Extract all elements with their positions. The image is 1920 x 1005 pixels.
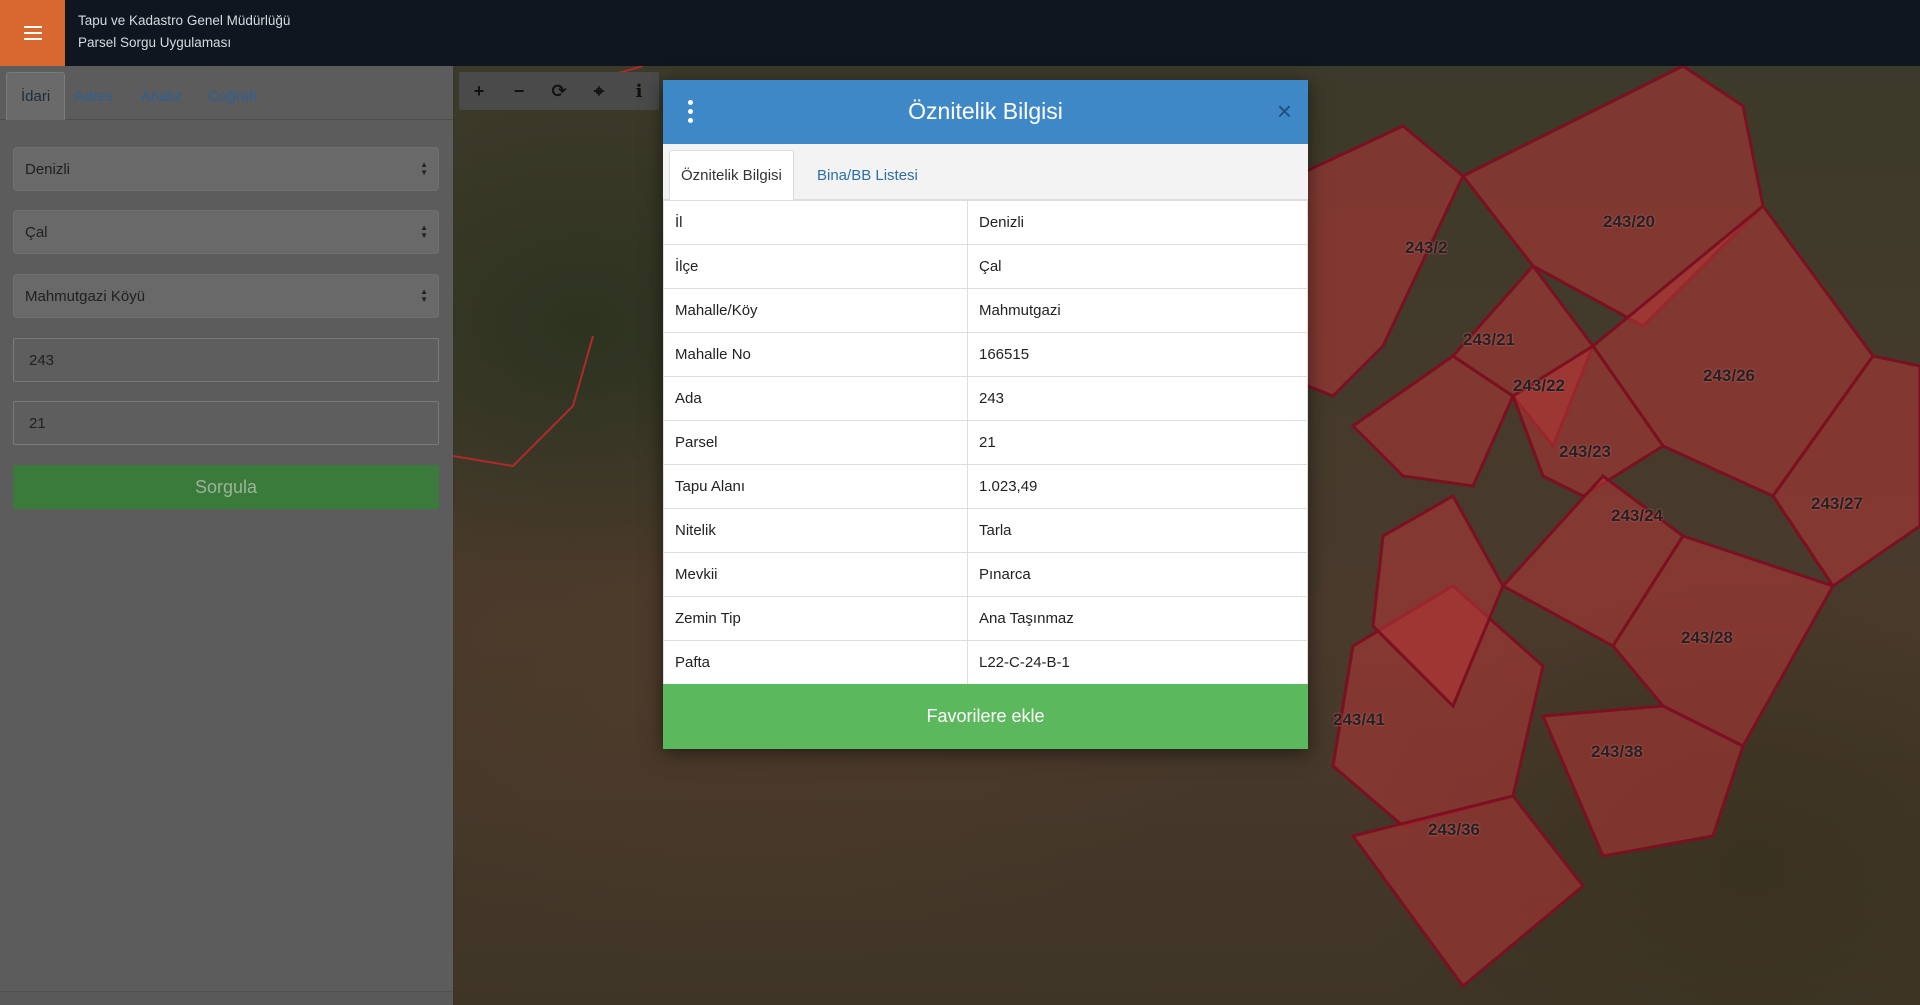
tab-analiz[interactable]: Analiz: [127, 72, 196, 120]
modal-title: Öznitelik Bilgisi: [908, 98, 1063, 124]
hamburger-menu-button[interactable]: [0, 0, 65, 66]
info-icon[interactable]: i: [619, 72, 659, 110]
parcel-label: 243/28: [1681, 628, 1733, 647]
attribute-value: Denizli: [967, 200, 1308, 245]
sidebar-tabs: İdari Adres Analiz Coğrafi: [0, 66, 453, 120]
table-row: İlçe Çal: [663, 244, 1308, 289]
attribute-key: Tapu Alanı: [663, 464, 968, 509]
zoom-out-icon[interactable]: −: [499, 72, 539, 110]
parcel-label: 243/36: [1428, 820, 1480, 839]
app-header: Tapu ve Kadastro Genel Müdürlüğü Parsel …: [0, 0, 1920, 66]
attribute-value: Tarla: [967, 508, 1308, 553]
parcel-label: 243/26: [1703, 366, 1755, 385]
table-row: Parsel 21: [663, 420, 1308, 465]
tab-idari[interactable]: İdari: [6, 72, 66, 120]
modal-header: Öznitelik Bilgisi ×: [663, 80, 1308, 144]
attribute-key: Nitelik: [663, 508, 968, 553]
tab-building-list[interactable]: Bina/BB Listesi: [806, 150, 929, 200]
attribute-key: Mahalle/Köy: [663, 288, 968, 333]
org-name: Tapu ve Kadastro Genel Müdürlüğü: [78, 13, 291, 28]
parcel-label: 243/41: [1333, 710, 1385, 729]
table-row: Nitelik Tarla: [663, 508, 1308, 553]
modal-tabs: Öznitelik Bilgisi Bina/BB Listesi: [663, 144, 1308, 200]
province-select-value: Denizli: [25, 160, 71, 178]
parcel-label: 243/21: [1463, 330, 1515, 349]
attribute-key: Mahalle No: [663, 332, 968, 377]
zoom-in-icon[interactable]: +: [459, 72, 499, 110]
refresh-icon[interactable]: ⟳: [539, 72, 579, 110]
table-row: Tapu Alanı 1.023,49: [663, 464, 1308, 509]
hamburger-icon: [23, 26, 42, 40]
parcel-label: 243/2: [1405, 238, 1448, 257]
attribute-value: Çal: [967, 244, 1308, 289]
select-arrows-icon: ▲ ▼: [420, 160, 428, 177]
attribute-value: 1.023,49: [967, 464, 1308, 509]
district-select[interactable]: Çal ▲ ▼: [13, 210, 439, 254]
attribute-key: İlçe: [663, 244, 968, 289]
parcel-label: 243/24: [1611, 506, 1663, 525]
tab-cografi[interactable]: Coğrafi: [194, 72, 270, 120]
table-row: Pafta L22-C-24-B-1: [663, 640, 1308, 685]
attribute-value: 21: [967, 420, 1308, 465]
attribute-value: 243: [967, 376, 1308, 421]
header-titles: Tapu ve Kadastro Genel Müdürlüğü Parsel …: [78, 10, 290, 54]
parcel-input[interactable]: 21: [13, 401, 439, 445]
query-sidebar: İdari Adres Analiz Coğrafi Denizli ▲ ▼ Ça…: [0, 66, 453, 1005]
attribute-value: Pınarca: [967, 552, 1308, 597]
province-select[interactable]: Denizli ▲ ▼: [13, 147, 439, 191]
attribute-key: Zemin Tip: [663, 596, 968, 641]
attribute-value: Mahmutgazi: [967, 288, 1308, 333]
attribute-key: Ada: [663, 376, 968, 421]
attribute-key: Parsel: [663, 420, 968, 465]
parcel-label: 243/20: [1603, 212, 1655, 231]
table-row: İl Denizli: [663, 200, 1308, 245]
attribute-key: Mevkii: [663, 552, 968, 597]
parcel-label: 243/23: [1559, 442, 1611, 461]
attribute-key: İl: [663, 200, 968, 245]
attribute-table: İl Denizli İlçe Çal Mahalle/Köy Mahmutgazi Mah…: [663, 200, 1308, 685]
add-to-favorites-button[interactable]: Favorilere ekle: [663, 684, 1308, 749]
attribute-key: Pafta: [663, 640, 968, 685]
boundary-line: [453, 335, 594, 468]
neighborhood-select[interactable]: Mahmutgazi Köyü ▲ ▼: [13, 274, 439, 318]
attribute-value: 166515: [967, 332, 1308, 377]
parcel-label: 243/27: [1811, 494, 1863, 513]
parcel-label: 243/22: [1513, 376, 1565, 395]
attribute-modal: Öznitelik Bilgisi × Öznitelik Bilgisi Bi…: [663, 80, 1308, 749]
district-select-value: Çal: [25, 223, 48, 241]
attribute-value: L22-C-24-B-1: [967, 640, 1308, 685]
table-row: Ada 243: [663, 376, 1308, 421]
table-row: Zemin Tip Ana Taşınmaz: [663, 596, 1308, 641]
block-input[interactable]: 243: [13, 338, 439, 382]
query-button[interactable]: Sorgula: [13, 465, 439, 509]
select-arrows-icon: ▲ ▼: [420, 287, 428, 304]
neighborhood-select-value: Mahmutgazi Köyü: [25, 287, 146, 305]
table-row: Mahalle No 166515: [663, 332, 1308, 377]
attribute-value: Ana Taşınmaz: [967, 596, 1308, 641]
table-row: Mahalle/Köy Mahmutgazi: [663, 288, 1308, 333]
tab-attribute-info[interactable]: Öznitelik Bilgisi: [669, 150, 794, 200]
select-arrows-icon: ▲ ▼: [420, 223, 428, 240]
parcel-label: 243/38: [1591, 742, 1643, 761]
app-name: Parsel Sorgu Uygulaması: [78, 35, 232, 50]
map-toolbar: + − ⟳ ⌖ i: [459, 72, 659, 110]
close-icon[interactable]: ×: [1277, 96, 1292, 127]
tab-adres[interactable]: Adres: [60, 72, 127, 120]
sidebar-footer: [0, 991, 453, 1005]
table-row: Mevkii Pınarca: [663, 552, 1308, 597]
locate-icon[interactable]: ⌖: [579, 72, 619, 110]
